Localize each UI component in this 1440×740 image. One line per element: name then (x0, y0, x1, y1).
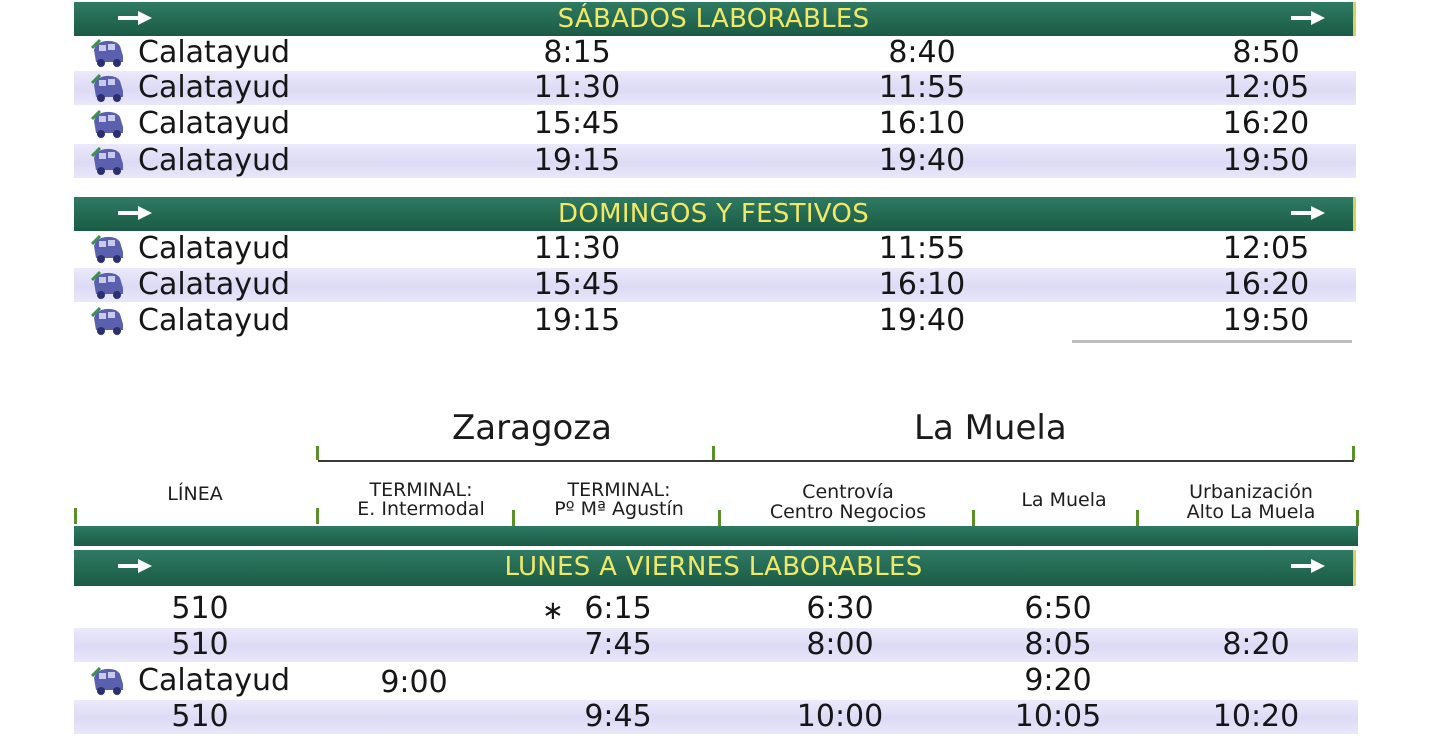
time-cell: 7:45 (584, 627, 652, 662)
bus-icon (90, 666, 126, 696)
bus-icon (90, 270, 126, 300)
time-cell: 16:10 (878, 106, 966, 141)
column-header-terminal-agustin-b: Pº Mª Agustín (554, 498, 684, 520)
sabados-header-bar: SÁBADOS LABORABLES (74, 2, 1356, 36)
arrow-right-icon (1291, 10, 1325, 26)
bracket-end (316, 446, 319, 460)
column-header-urbanizacion-a: Urbanización (1189, 481, 1313, 503)
origin-label: Calatayud (138, 303, 291, 338)
time-cell: 8:05 (1024, 627, 1092, 662)
column-header-terminal-intermodal-b: E. Intermodal (357, 498, 485, 520)
bus-icon (90, 146, 126, 176)
time-cell: 11:30 (533, 231, 621, 266)
section-title: SÁBADOS LABORABLES (557, 4, 870, 34)
arrow-right-icon (1291, 558, 1325, 574)
time-cell: 8:00 (806, 627, 874, 662)
bus-icon (90, 234, 126, 264)
origin-label: Calatayud (138, 106, 291, 141)
bracket-end (1352, 446, 1355, 460)
column-header-centrovia-a: Centrovía (802, 481, 894, 503)
city-zaragoza: Zaragoza (452, 408, 613, 448)
column-header-la-muela: La Muela (1021, 489, 1107, 511)
header-underline-bar (74, 526, 1358, 546)
divider (1072, 340, 1352, 343)
time-cell: 16:20 (1222, 106, 1310, 141)
column-header-terminal-intermodal-a: TERMINAL: (369, 479, 473, 501)
time-cell: 19:40 (878, 303, 966, 338)
arrow-right-icon (1291, 205, 1325, 221)
origin-label: Calatayud (138, 267, 291, 302)
bracket-line (318, 460, 714, 462)
bus-icon (90, 109, 126, 139)
column-tick (1136, 510, 1139, 526)
domingos-header-bar: DOMINGOS Y FESTIVOS (74, 197, 1356, 231)
linea-cell: Calatayud (138, 663, 291, 698)
time-cell: 19:15 (533, 143, 621, 178)
time-cell: 16:20 (1222, 267, 1310, 302)
linea-cell: 510 (171, 699, 229, 734)
column-header-centrovia-b: Centro Negocios (769, 501, 927, 523)
column-tick (74, 508, 77, 524)
bus-icon (90, 306, 126, 336)
time-cell: 19:15 (533, 303, 621, 338)
column-tick (512, 510, 515, 526)
time-cell: 15:45 (533, 106, 621, 141)
linea-cell: 510 (171, 591, 229, 626)
lunes-header-bar: LUNES A VIERNES LABORABLES (74, 550, 1356, 586)
time-cell: 11:30 (533, 70, 621, 105)
origin-label: Calatayud (138, 70, 291, 105)
time-cell: 19:40 (878, 143, 966, 178)
origin-label: Calatayud (138, 143, 291, 178)
time-cell: 8:40 (888, 35, 956, 70)
time-cell: 6:15 (584, 591, 652, 626)
section-title: DOMINGOS Y FESTIVOS (558, 199, 869, 229)
column-tick (1356, 510, 1359, 526)
time-cell: 6:30 (806, 591, 874, 626)
time-cell: 10:05 (1014, 699, 1102, 734)
column-tick (972, 510, 975, 526)
time-cell: 8:15 (543, 35, 611, 70)
time-cell: 12:05 (1222, 70, 1310, 105)
bracket-end (712, 446, 715, 460)
time-cell: 9:00 (380, 665, 448, 700)
origin-label: Calatayud (138, 35, 291, 70)
time-cell: 9:45 (584, 699, 652, 734)
column-header-urbanizacion-b: Alto La Muela (1186, 501, 1316, 523)
time-cell: 19:50 (1222, 143, 1310, 178)
bus-icon (90, 38, 126, 68)
origin-label: Calatayud (138, 231, 291, 266)
time-cell: 10:20 (1212, 699, 1300, 734)
column-header-linea: LÍNEA (167, 483, 223, 505)
time-cell: 8:20 (1222, 627, 1290, 662)
time-cell: 11:55 (878, 70, 966, 105)
time-cell: 16:10 (878, 267, 966, 302)
time-cell: 11:55 (878, 231, 966, 266)
time-cell: 12:05 (1222, 231, 1310, 266)
time-cell: 8:50 (1232, 35, 1300, 70)
bus-icon (90, 73, 126, 103)
column-tick (316, 508, 319, 524)
column-header-terminal-agustin-a: TERMINAL: (567, 479, 671, 501)
city-la-muela: La Muela (914, 408, 1067, 448)
time-cell: 6:50 (1024, 591, 1092, 626)
time-cell: 15:45 (533, 267, 621, 302)
section-title: LUNES A VIERNES LABORABLES (504, 552, 923, 582)
linea-cell: 510 (171, 627, 229, 662)
time-cell: 10:00 (796, 699, 884, 734)
time-cell: 19:50 (1222, 303, 1310, 338)
bracket-line (714, 460, 1354, 462)
column-tick (718, 510, 721, 526)
time-cell: 9:20 (1024, 663, 1092, 698)
